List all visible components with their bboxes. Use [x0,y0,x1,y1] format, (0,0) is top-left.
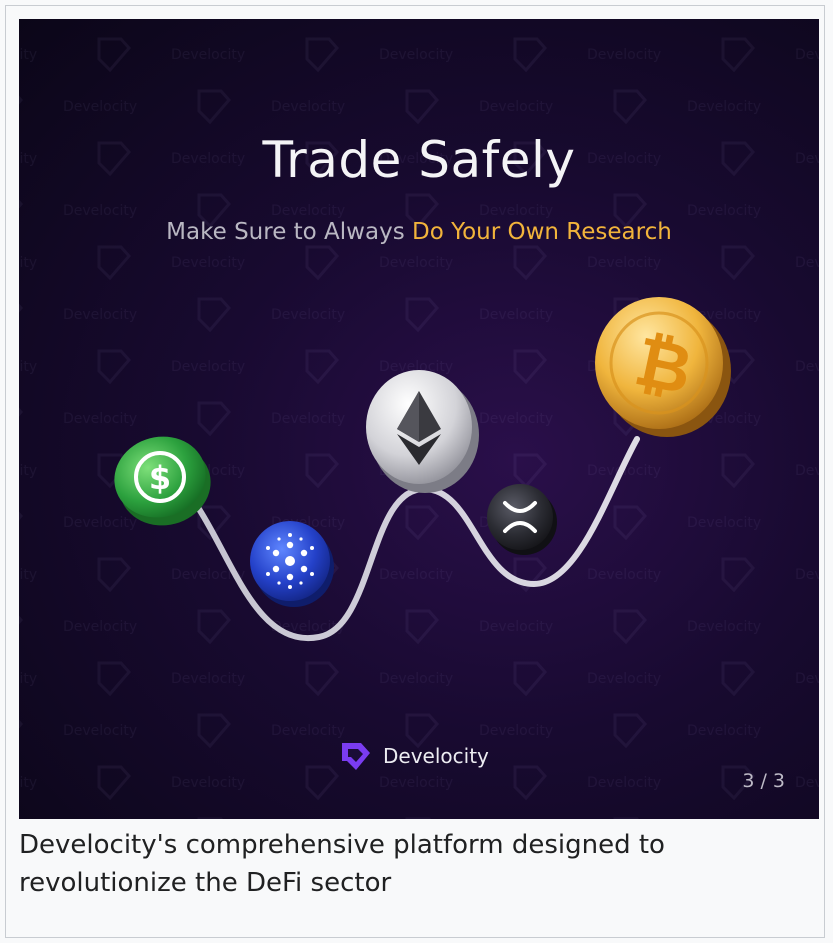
promo-image[interactable]: DevelocityDevelocityDevelocityDevelocity… [19,19,819,819]
page-indicator: 3 / 3 [742,770,785,792]
xrp-coin-icon [487,484,557,555]
cardano-coin-icon [250,521,334,607]
ethereum-coin-icon [366,370,479,493]
bitcoin-coin-icon: ₿ [595,297,731,437]
image-caption: Develocity's comprehensive platform desi… [19,830,665,898]
image-card: DevelocityDevelocityDevelocityDevelocity… [5,5,825,938]
coins-illustration: $ ₿ [114,297,731,642]
svg-text:$: $ [149,459,171,497]
brand-lockup: Develocity [339,739,489,773]
brand-name: Develocity [383,744,489,768]
develocity-logo-icon [342,743,370,770]
